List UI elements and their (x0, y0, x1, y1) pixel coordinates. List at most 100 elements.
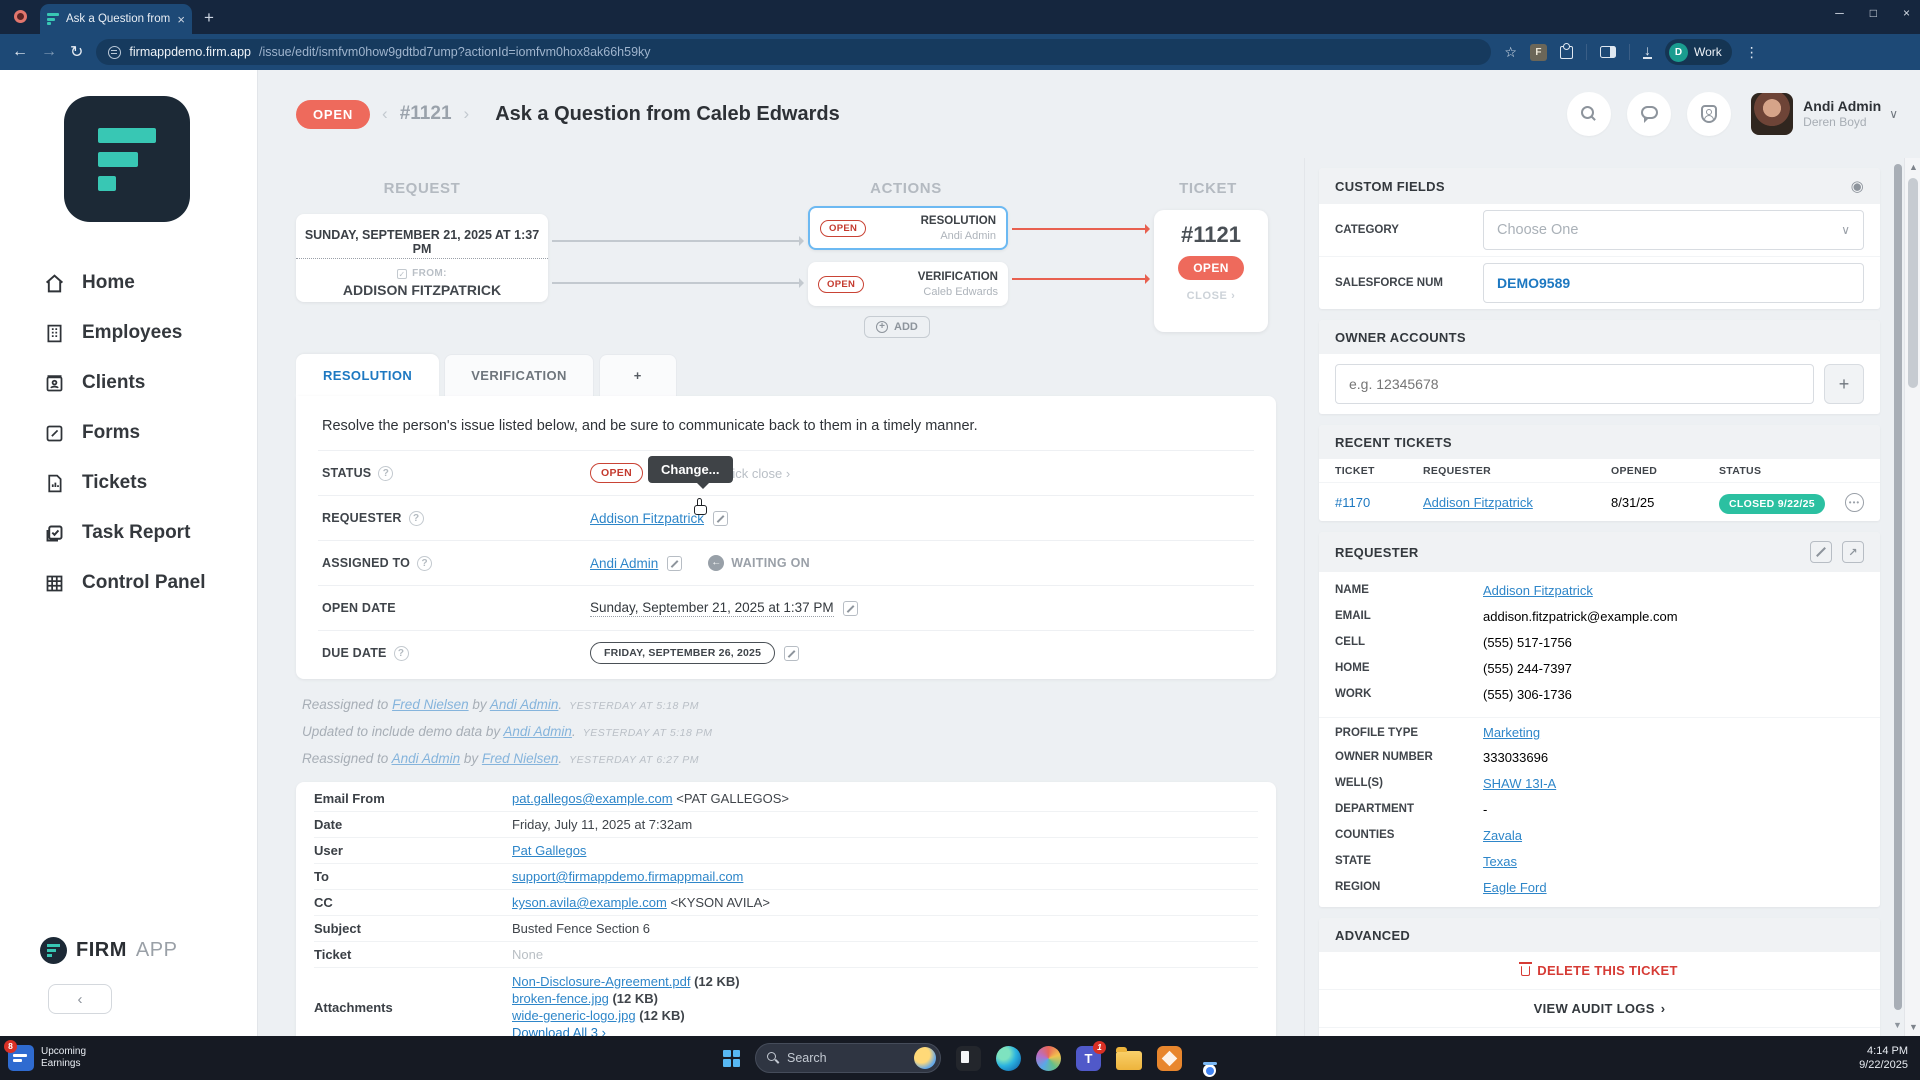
edit-due-date-icon[interactable] (784, 645, 800, 661)
view-audit-logs-link[interactable]: VIEW AUDIT LOGS › (1319, 990, 1880, 1028)
requester-name-link[interactable]: Addison Fitzpatrick (1483, 583, 1593, 598)
owner-account-input[interactable] (1335, 364, 1814, 404)
add-action-button[interactable]: + ADD (864, 316, 930, 338)
page-scroll-thumb[interactable] (1908, 178, 1918, 388)
sidebar-item-clients[interactable]: Clients (0, 358, 257, 408)
new-tab-button[interactable]: + (204, 8, 214, 28)
request-date[interactable]: SUNDAY, SEPTEMBER 21, 2025 AT 1:37 PM (296, 228, 548, 259)
assigned-to-link[interactable]: Andi Admin (590, 556, 658, 571)
sidebar-collapse-button[interactable]: ‹ (48, 984, 112, 1014)
window-minimize-button[interactable]: ─ (1835, 6, 1844, 20)
taskbar-clock[interactable]: 4:14 PM 9/22/2025 (1859, 1044, 1908, 1072)
attachment-link[interactable]: Non-Disclosure-Agreement.pdf (512, 974, 690, 989)
extension-f-icon[interactable]: F (1529, 43, 1547, 61)
recent-ticket-link[interactable]: #1170 (1335, 495, 1423, 510)
panel-scroll-down-icon[interactable]: ▼ (1893, 1020, 1902, 1030)
help-icon[interactable]: ? (417, 555, 433, 571)
status-open-pill[interactable]: OPEN (590, 463, 643, 483)
email-to-link[interactable]: support@firmappdemo.firmappmail.com (512, 869, 743, 884)
salesforce-num-input[interactable] (1483, 263, 1864, 303)
panel-scrollbar[interactable]: ▼ (1892, 158, 1904, 1036)
ticket-card[interactable]: #1121 OPEN CLOSE › (1154, 210, 1268, 332)
sidebar-item-tickets[interactable]: Tickets (0, 458, 257, 508)
tab-resolution[interactable]: RESOLUTION (296, 354, 440, 396)
delete-ticket-button[interactable]: DELETE THIS TICKET (1319, 952, 1880, 990)
action-card-verification[interactable]: OPEN VERIFICATION Caleb Edwards (808, 262, 1008, 306)
sidebar-item-forms[interactable]: Forms (0, 408, 257, 458)
history-user-link[interactable]: Fred Nielsen (482, 751, 559, 766)
history-user-link[interactable]: Andi Admin (503, 724, 572, 739)
teams-icon[interactable]: 1 (1076, 1040, 1106, 1071)
open-date-value[interactable]: Sunday, September 21, 2025 at 1:37 PM (590, 600, 834, 617)
taskbar-app-icon[interactable] (956, 1045, 981, 1071)
address-bar[interactable]: firmappdemo.firm.app/issue/edit/ismfvm0h… (96, 39, 1492, 65)
prev-ticket-icon[interactable]: ‹ (382, 104, 388, 124)
edge-icon[interactable] (996, 1045, 1021, 1071)
recent-ticket-requester-link[interactable]: Addison Fitzpatrick (1423, 495, 1533, 510)
ticket-close-link[interactable]: CLOSE › (1187, 290, 1236, 302)
downloads-icon[interactable]: ↓ (1642, 43, 1652, 59)
taskbar-search[interactable]: Search (755, 1043, 941, 1073)
well-link[interactable]: SHAW 13I-A (1483, 776, 1556, 791)
sidebar-item-home[interactable]: Home (0, 258, 257, 308)
action-card-resolution[interactable]: OPEN RESOLUTION Andi Admin (808, 206, 1008, 250)
contacts-button[interactable] (1687, 92, 1732, 136)
attachment-link[interactable]: broken-fence.jpg (512, 991, 609, 1006)
browser-profile-chip[interactable]: D Work (1664, 39, 1732, 65)
scroll-down-icon[interactable]: ▼ (1909, 1022, 1918, 1032)
side-panel-icon[interactable] (1599, 46, 1616, 58)
next-ticket-icon[interactable]: › (464, 104, 470, 124)
eye-icon[interactable]: ◉ (1851, 177, 1864, 195)
edit-requester-icon[interactable] (713, 510, 729, 526)
history-user-link[interactable]: Andi Admin (490, 697, 559, 712)
browser-tab[interactable]: Ask a Question from Caleb Edw × (40, 4, 192, 34)
copilot-icon[interactable] (1036, 1045, 1061, 1071)
window-close-button[interactable]: × (1903, 6, 1910, 20)
user-menu-chevron-icon[interactable]: ∨ (1889, 107, 1898, 121)
download-all-link[interactable]: Download All 3 › (512, 1025, 606, 1036)
request-card[interactable]: SUNDAY, SEPTEMBER 21, 2025 AT 1:37 PM ✓ F… (296, 214, 548, 302)
add-owner-account-button[interactable]: + (1824, 364, 1864, 404)
scroll-up-icon[interactable]: ▲ (1909, 162, 1918, 172)
file-explorer-icon[interactable] (1116, 1046, 1142, 1070)
ticket-status-badge[interactable]: OPEN (296, 99, 371, 129)
attachment-link[interactable]: wide-generic-logo.jpg (512, 1008, 636, 1023)
user-avatar[interactable] (1751, 93, 1794, 135)
message-history-link[interactable]: MESSAGE HISTORY› (1319, 1028, 1880, 1036)
requester-link[interactable]: Addison Fitzpatrick (590, 511, 704, 526)
edit-requester-profile-icon[interactable] (1810, 541, 1832, 563)
edit-open-date-icon[interactable] (842, 600, 858, 616)
profile-type-link[interactable]: Marketing (1483, 725, 1540, 740)
window-maximize-button[interactable]: □ (1870, 6, 1877, 20)
tab-add[interactable]: + (598, 354, 677, 396)
edit-assigned-icon[interactable] (667, 555, 683, 571)
m365-icon[interactable] (1157, 1045, 1182, 1071)
county-link[interactable]: Zavala (1483, 828, 1522, 843)
state-link[interactable]: Texas (1483, 854, 1517, 869)
help-icon[interactable]: ? (393, 645, 409, 661)
email-from-link[interactable]: pat.gallegos@example.com (512, 791, 673, 806)
email-cc-link[interactable]: kyson.avila@example.com (512, 895, 667, 910)
messages-button[interactable] (1627, 92, 1672, 136)
taskbar-widget[interactable]: 8 Upcoming Earnings (4, 1040, 86, 1071)
sidebar-item-control-panel[interactable]: Control Panel (0, 558, 257, 608)
tab-verification[interactable]: VERIFICATION (444, 354, 594, 396)
history-user-link[interactable]: Fred Nielsen (392, 697, 469, 712)
tab-close-icon[interactable]: × (177, 12, 185, 27)
help-icon[interactable]: ? (378, 465, 394, 481)
back-button[interactable]: ← (12, 43, 28, 61)
panel-scroll-thumb[interactable] (1894, 164, 1902, 1010)
category-select[interactable]: Choose One ∨ (1483, 210, 1864, 250)
open-requester-profile-icon[interactable]: ↗ (1842, 541, 1864, 563)
region-link[interactable]: Eagle Ford (1483, 880, 1547, 895)
browser-menu-icon[interactable]: ⋮ (1745, 44, 1759, 61)
history-user-link[interactable]: Andi Admin (392, 751, 461, 766)
bookmark-star-icon[interactable]: ☆ (1504, 44, 1517, 61)
email-user-link[interactable]: Pat Gallegos (512, 843, 586, 858)
forward-button[interactable]: → (41, 43, 57, 61)
site-info-icon[interactable] (108, 45, 122, 59)
extensions-icon[interactable] (1559, 42, 1573, 59)
help-icon[interactable]: ? (408, 510, 424, 526)
more-options-icon[interactable]: ••• (1845, 492, 1864, 512)
due-date-pill[interactable]: FRIDAY, SEPTEMBER 26, 2025 (590, 642, 776, 664)
